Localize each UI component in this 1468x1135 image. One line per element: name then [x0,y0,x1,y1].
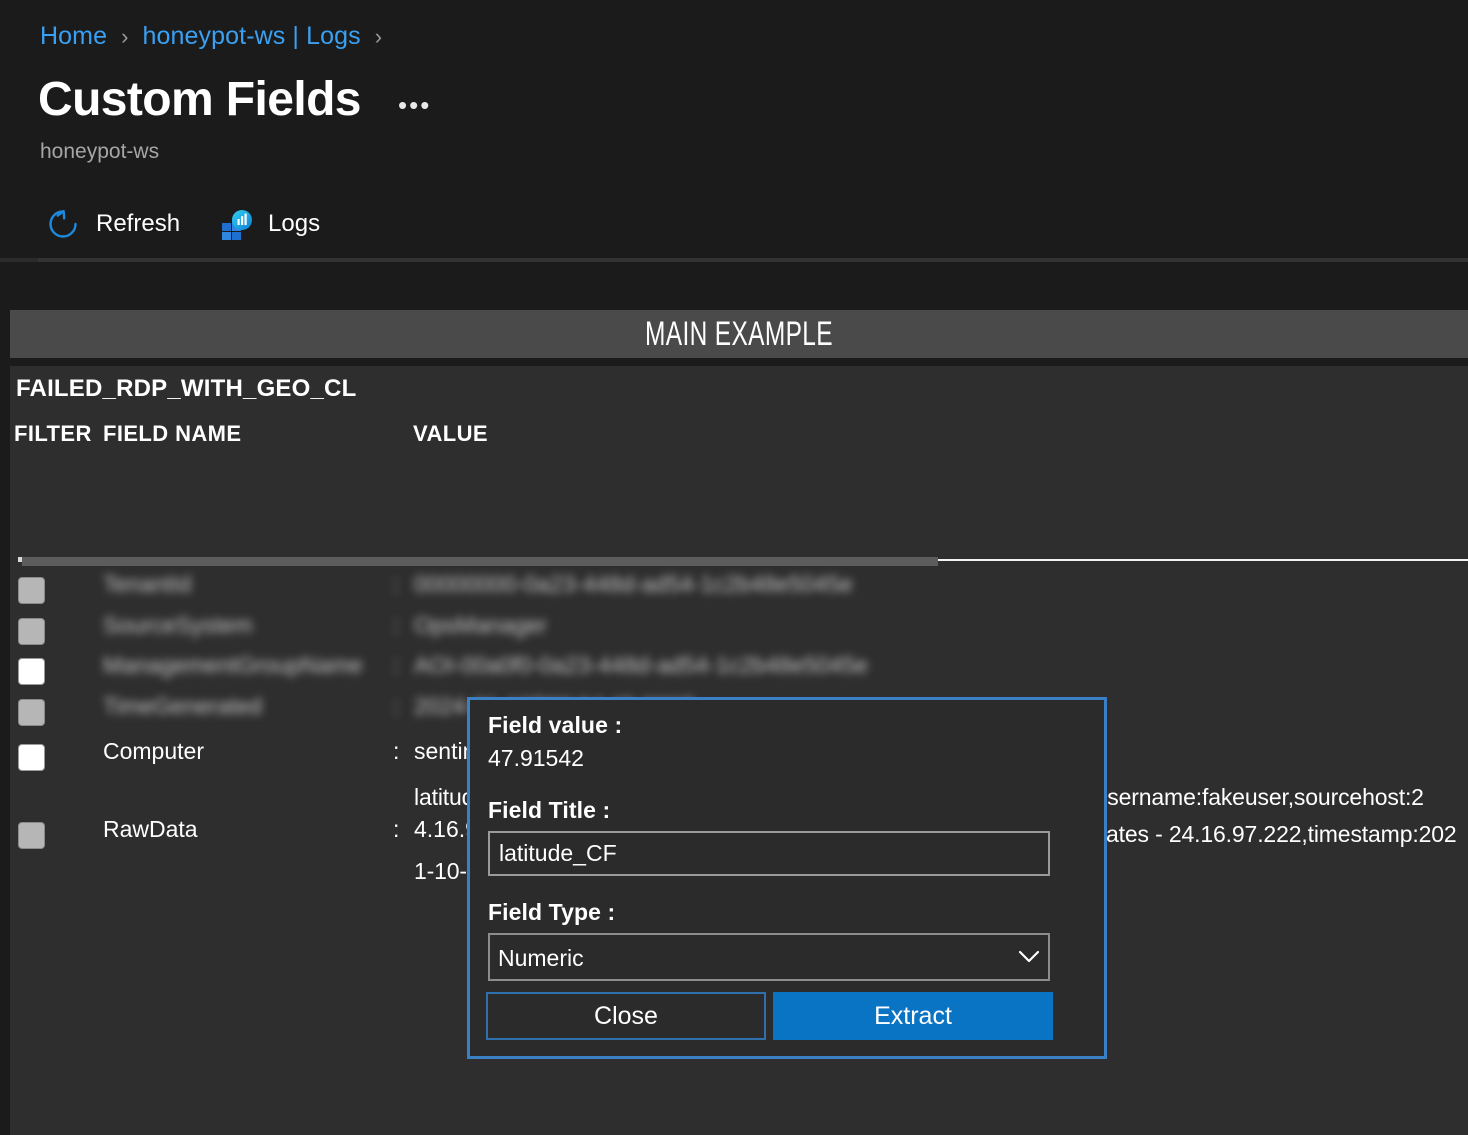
table-horizontal-scrollbar[interactable] [22,557,938,566]
field-title-input[interactable] [488,831,1050,876]
row-colon: : [393,693,399,720]
dialog-field-value-label: Field value : [488,712,622,739]
refresh-button[interactable]: Refresh [38,202,188,246]
close-button[interactable]: Close [486,992,766,1040]
logs-button-label: Logs [268,210,320,238]
row-colon: : [393,652,399,679]
breadcrumb-item-home[interactable]: Home [40,22,107,51]
page-subtitle: honeypot-ws [40,140,159,164]
column-header-field-name: FIELD NAME [103,421,241,447]
table-column-headers: FILTER FIELD NAME VALUE [10,421,1468,455]
row-field-name: TimeGenerated [103,693,262,720]
field-type-select[interactable] [488,933,1050,981]
row-field-name: Computer [103,738,204,765]
row-value: 00000000-0a23-448d-ad54-1c2b48e5045e [414,571,853,598]
raw-value-line-c: 1-10- [414,858,467,885]
page-title: Custom Fields [38,72,361,127]
row-field-name: RawData [103,816,198,843]
more-options-icon[interactable]: ••• [398,92,431,118]
row-value: AOI-00a0f0-0a23-448d-ad54-1c2b48e5045e [414,652,868,679]
table-name: FAILED_RDP_WITH_GEO_CL [16,375,356,403]
column-header-value: VALUE [413,421,488,447]
table-row[interactable]: ManagementGroupName : AOI-00a0f0-0a23-44… [10,652,1468,692]
left-gutter [0,262,10,1135]
raw-value-line-b-end: ates - 24.16.97.222,timestamp:202 [1106,821,1457,848]
extract-field-dialog: Field value : 47.91542 Field Title : Fie… [467,697,1107,1059]
row-checkbox[interactable] [18,618,45,645]
row-field-name: SourceSystem [103,612,253,639]
refresh-icon [46,207,80,241]
refresh-button-label: Refresh [96,210,180,238]
table-header-rule [938,559,1468,561]
dialog-field-type-label: Field Type : [488,899,615,926]
table-row[interactable]: SourceSystem : OpsManager [10,612,1468,652]
row-colon: : [393,816,399,843]
logs-button[interactable]: Logs [212,202,328,246]
dialog-field-title-label: Field Title : [488,797,610,824]
row-colon: : [393,738,399,765]
breadcrumb-separator-icon-2: › [375,24,382,50]
row-colon: : [393,571,399,598]
command-bar: Refresh [38,196,352,252]
breadcrumb-item-logs[interactable]: honeypot-ws | Logs [143,22,361,51]
row-value: OpsManager [414,612,547,639]
extract-button[interactable]: Extract [773,992,1053,1040]
dialog-field-value-text: 47.91542 [488,745,584,772]
row-checkbox[interactable] [18,658,45,685]
row-colon: : [393,612,399,639]
column-header-filter: FILTER [14,421,92,447]
main-example-banner: MAIN EXAMPLE [10,310,1468,358]
row-field-name: TenantId [103,571,191,598]
breadcrumb: Home › honeypot-ws | Logs › [40,22,396,51]
table-row[interactable]: TenantId : 00000000-0a23-448d-ad54-1c2b4… [10,571,1468,611]
page-header: Home › honeypot-ws | Logs › Custom Field… [0,0,1468,262]
row-field-name: ManagementGroupName [103,652,363,679]
main-example-banner-label: MAIN EXAMPLE [214,310,1264,358]
row-checkbox[interactable] [18,744,45,771]
row-checkbox[interactable] [18,822,45,849]
row-checkbox[interactable] [18,699,45,726]
row-checkbox[interactable] [18,577,45,604]
breadcrumb-separator-icon: › [121,24,128,50]
logs-icon [220,208,252,240]
